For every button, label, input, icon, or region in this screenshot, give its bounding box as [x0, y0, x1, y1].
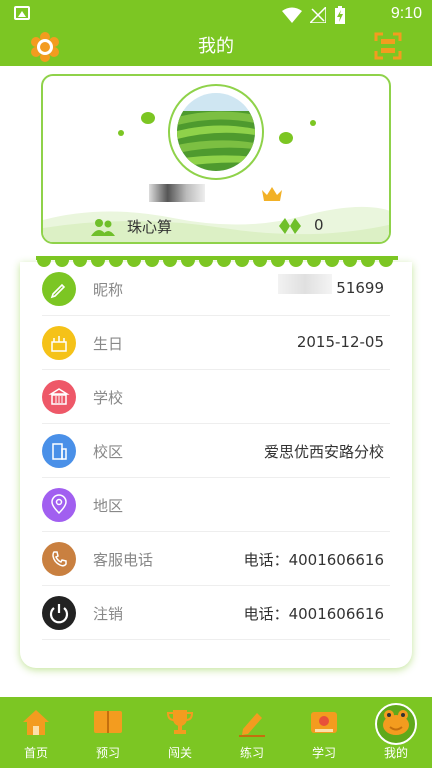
nickname-value: 51699 — [336, 279, 384, 297]
book-icon — [94, 711, 122, 733]
pencil-icon — [42, 272, 76, 306]
image-notification-icon — [14, 6, 30, 20]
campus-building-icon — [42, 434, 76, 468]
tab-study[interactable]: 学习 — [288, 697, 360, 768]
crown-icon — [262, 187, 282, 201]
trophy-icon — [166, 710, 194, 734]
app-header: 我的 — [0, 30, 432, 66]
tab-practice[interactable]: 练习 — [216, 697, 288, 768]
school-building-icon — [42, 380, 76, 414]
blurred-name — [149, 184, 205, 202]
info-card: 昵称 51699 生日 2015-12-05 学校 校区 爱思优西安路分校 地区 — [20, 262, 412, 668]
logout-label: 注销 — [93, 605, 124, 623]
tab-preview[interactable]: 预习 — [72, 697, 144, 768]
nickname-label: 昵称 — [93, 281, 124, 299]
nickname-blur — [278, 274, 332, 294]
campus-label: 校区 — [93, 443, 124, 461]
school-row[interactable]: 学校 — [42, 370, 390, 424]
birthday-row[interactable]: 生日 2015-12-05 — [42, 316, 390, 370]
region-label: 地区 — [93, 497, 124, 515]
school-label: 学校 — [93, 389, 124, 407]
user-name — [143, 184, 303, 204]
phone-icon — [42, 542, 76, 576]
tab-practice-label: 练习 — [239, 746, 264, 760]
avatar[interactable] — [177, 93, 255, 171]
wifi-icon — [282, 7, 302, 23]
power-icon — [42, 596, 76, 630]
tab-home-label: 首页 — [23, 746, 48, 760]
pencil-icon — [239, 713, 265, 737]
page-title: 我的 — [198, 36, 234, 57]
service-phone-label: 客服电话 — [93, 551, 154, 569]
tab-mine-label: 我的 — [383, 746, 408, 760]
bottom-tab-bar: 首页 预习 闯关 练习 学习 我的 — [0, 697, 432, 768]
battery-charging-icon — [335, 6, 345, 24]
cake-icon — [42, 326, 76, 360]
group-name: 珠心算 — [127, 218, 173, 236]
gem-count: 0 — [314, 216, 324, 234]
logout-row[interactable]: 注销 电话：4001606616 — [42, 586, 390, 640]
location-pin-icon — [42, 488, 76, 522]
tab-mine[interactable]: 我的 — [360, 697, 432, 768]
tab-challenge[interactable]: 闯关 — [144, 697, 216, 768]
campus-row[interactable]: 校区 爱思优西安路分校 — [42, 424, 390, 478]
tab-challenge-label: 闯关 — [167, 746, 192, 760]
tab-home[interactable]: 首页 — [0, 697, 72, 768]
birthday-value: 2015-12-05 — [296, 333, 384, 351]
profile-card: 珠心算 0 — [41, 74, 391, 244]
birthday-label: 生日 — [93, 335, 124, 353]
scallop-border — [36, 256, 398, 267]
status-bar: 9:10 — [0, 0, 432, 30]
tab-preview-label: 预习 — [95, 746, 120, 760]
nickname-row[interactable]: 昵称 51699 — [42, 262, 390, 316]
home-icon — [23, 710, 49, 735]
group-icon — [91, 219, 115, 236]
gem-icon — [279, 218, 301, 234]
service-phone-row[interactable]: 客服电话 电话：4001606616 — [42, 532, 390, 586]
study-icon — [311, 712, 337, 733]
frog-icon — [383, 710, 409, 735]
logout-value: 电话：4001606616 — [243, 605, 384, 623]
clock: 9:10 — [390, 5, 422, 22]
no-signal-icon — [310, 7, 326, 23]
tea-field-photo — [177, 93, 255, 171]
service-phone-value: 电话：4001606616 — [243, 551, 384, 569]
campus-value: 爱思优西安路分校 — [263, 443, 384, 461]
region-row[interactable]: 地区 — [42, 478, 390, 532]
avatar-frame[interactable] — [168, 84, 264, 180]
tab-study-label: 学习 — [311, 746, 336, 760]
scan-icon[interactable] — [374, 32, 402, 60]
